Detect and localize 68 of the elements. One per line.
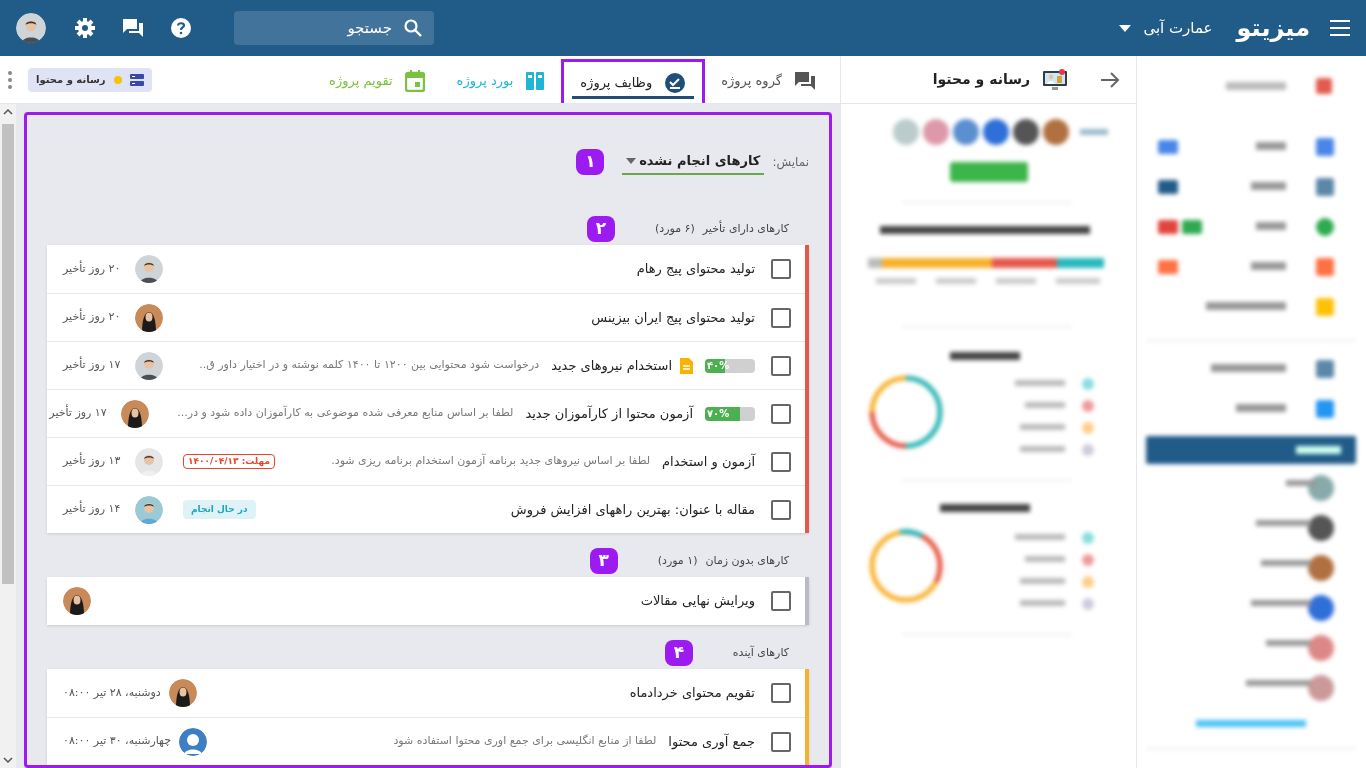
due-text: ۱۷ روز تأخیر <box>49 405 108 422</box>
calendar-icon <box>404 70 425 92</box>
task-title[interactable]: تقویم محتوای خردادماه <box>629 683 755 703</box>
scroll-down-icon[interactable] <box>3 756 13 764</box>
filter-label: نمایش: <box>772 154 809 171</box>
search-field[interactable]: جستجو <box>234 11 434 45</box>
due-text: دوشنبه، ۲۸ تیر ۰۸:۰۰ <box>63 684 161 701</box>
due-text: چهارشنبه، ۳۰ تیر ۰۸:۰۰ <box>63 733 171 750</box>
checkbox[interactable] <box>771 499 791 520</box>
caret-icon <box>1119 24 1132 32</box>
task-description: لطفا بر اساس نیروهای جدید برنامه آزمون استخدام برنامه ریزی شود. <box>331 453 651 470</box>
step-badge: ۳ <box>589 548 618 574</box>
checkbox[interactable] <box>771 307 791 328</box>
task-title[interactable]: تولید محتوای پیج ایران بیزینس <box>591 307 755 328</box>
step-badge: ۲ <box>587 216 615 242</box>
group-title: کارهای بدون زمان <box>705 552 789 569</box>
group-title: کارهای دارای تأخیر <box>702 220 789 237</box>
checkbox[interactable] <box>771 355 791 376</box>
project-chip[interactable]: رسانه و محتوا <box>28 67 152 92</box>
board-icon <box>525 71 546 91</box>
due-text: ۱۴ روز تأخیر <box>63 501 122 518</box>
back-arrow-icon[interactable] <box>1100 71 1120 88</box>
tab[interactable]: گروه پروژه <box>705 59 832 103</box>
scrollbar[interactable] <box>0 104 16 768</box>
checkbox[interactable] <box>771 259 791 279</box>
task-title[interactable]: آزمون محتوا از کارآموزان جدید <box>525 403 693 424</box>
task-description: لطفا از منابع انگلیسی برای جمع اوری محتوا استفاده شود <box>393 733 657 750</box>
chat-icon <box>794 71 816 91</box>
menu-icon[interactable] <box>1330 20 1350 36</box>
brand-logo: میزیتو <box>1236 13 1310 44</box>
step-badge: ۱ <box>576 149 605 175</box>
settings-icon[interactable] <box>74 17 96 39</box>
checkbox[interactable] <box>771 451 791 472</box>
task-title[interactable]: ویرایش نهایی مقالات <box>640 591 755 611</box>
deadline-badge: مهلت: ۱۴۰۰/۰۴/۱۳ <box>183 453 275 470</box>
group-title: کارهای آینده <box>732 644 789 661</box>
task-title[interactable]: مقاله با عنوان: بهترین راههای افزایش فروش <box>510 499 755 520</box>
checkbox[interactable] <box>771 683 791 703</box>
check-circle-icon <box>664 71 687 94</box>
help-icon[interactable] <box>170 17 192 39</box>
monitor-person-icon <box>1042 67 1068 92</box>
due-text: ۱۷ روز تأخیر <box>63 357 122 374</box>
task-description: لطفا بر اساس منابع معرفی شده موضوعی به کارآموزان داده شود و در... <box>177 405 514 422</box>
group-count: (۱ مورد) <box>657 552 698 569</box>
checkbox[interactable] <box>771 591 791 611</box>
due-text: ۱۳ روز تأخیر <box>63 453 122 470</box>
list-icon <box>129 73 144 86</box>
due-text: ۲۰ روز تأخیر <box>63 260 122 277</box>
caret-icon <box>626 158 637 164</box>
task-title[interactable]: آزمون و استخدام <box>662 451 755 472</box>
chat-icon[interactable] <box>122 18 144 38</box>
panel-title: رسانه و محتوا <box>932 70 1030 90</box>
task-title[interactable]: تولید محتوای پیج رهام <box>636 259 755 279</box>
progress-label: ۷۰% <box>706 407 730 421</box>
group-count: (۶ مورد) <box>655 220 695 237</box>
status-badge: در حال انجام <box>183 499 256 520</box>
checkbox[interactable] <box>771 731 791 752</box>
due-text: ۲۰ روز تأخیر <box>63 309 122 326</box>
search-icon <box>404 19 422 37</box>
filter-dropdown[interactable]: کارهای انجام نشده <box>622 149 765 175</box>
step-badge: ۴ <box>664 640 693 666</box>
checkbox[interactable] <box>771 403 791 424</box>
more-icon[interactable] <box>8 70 12 89</box>
task-description: درخواست شود محتوایی بین ۱۲۰۰ تا ۱۴۰۰ کلمه نوشته و در اختیار داور ق.. <box>199 357 540 374</box>
task-title[interactable]: استخدام نیروهای جدید <box>551 355 672 376</box>
workspace-dropdown[interactable]: عمارت آبی <box>1119 16 1213 40</box>
task-title[interactable]: جمع آوری محتوا <box>668 731 755 752</box>
scroll-up-icon[interactable] <box>3 108 13 116</box>
